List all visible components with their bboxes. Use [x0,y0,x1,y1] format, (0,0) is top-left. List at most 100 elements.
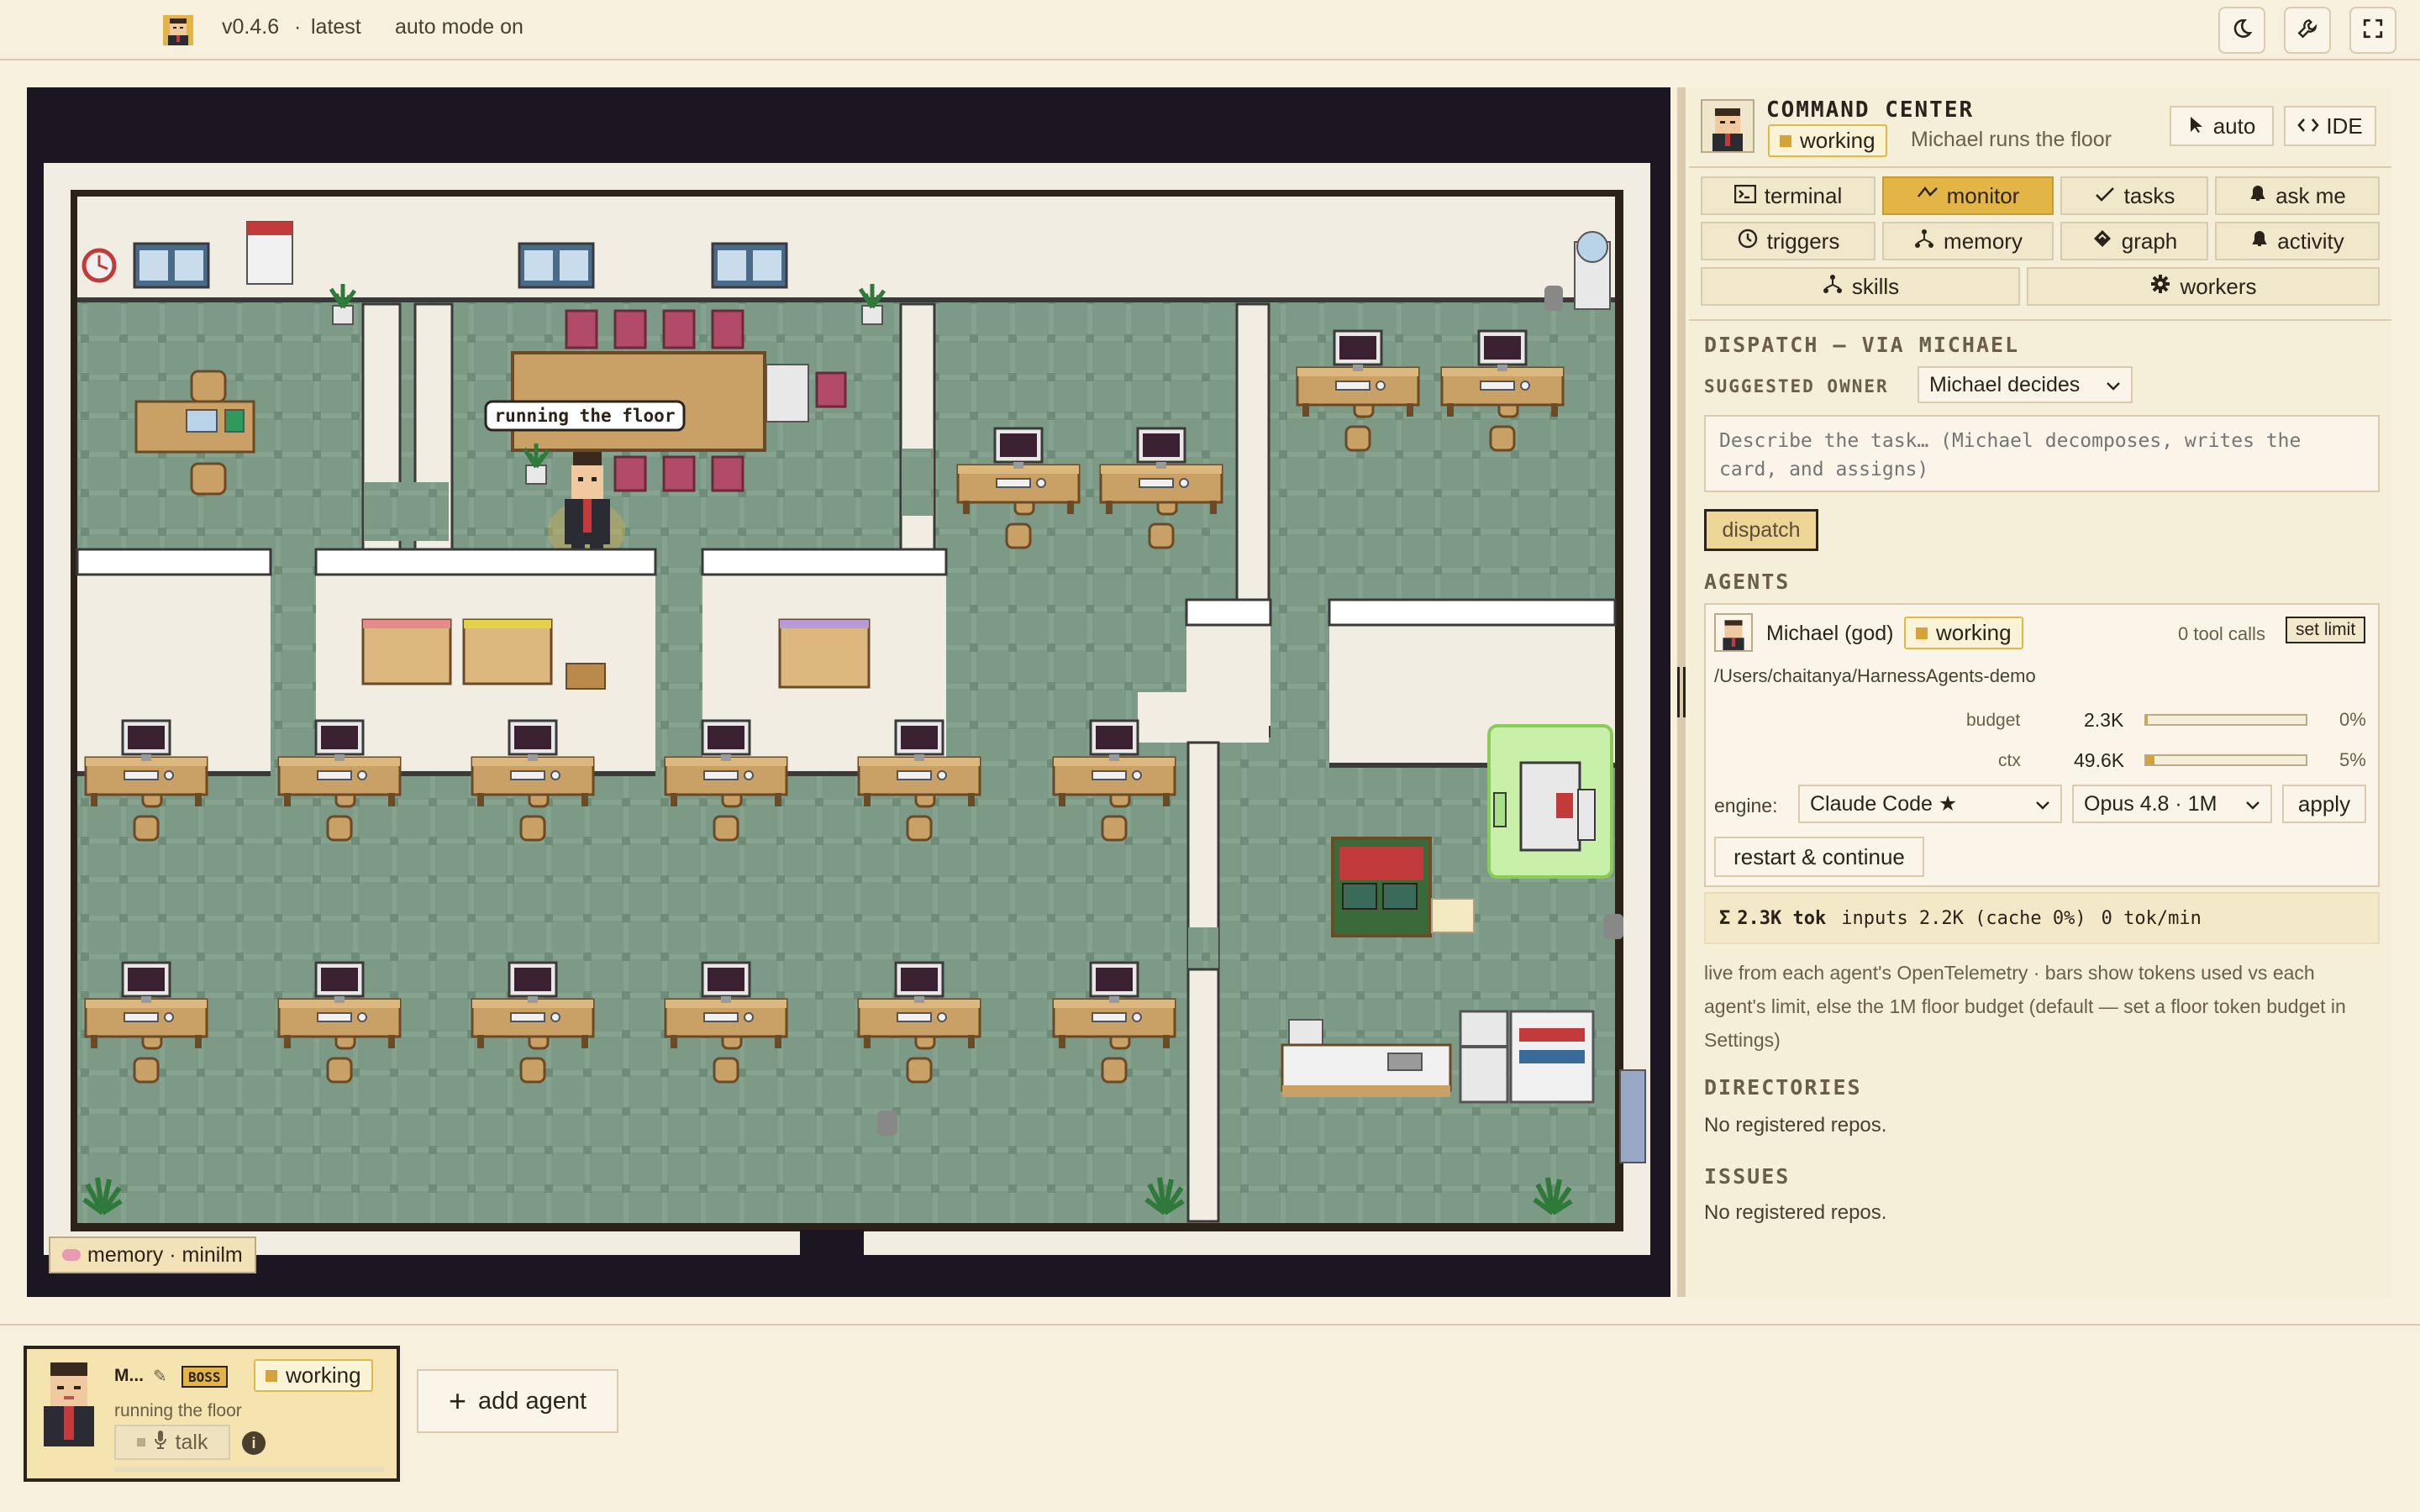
ctx-value: 49.6K [2074,749,2125,771]
speech-bubble-text: running the floor [495,406,676,426]
agent-status: working [1904,617,2023,649]
command-center-panel: COMMAND CENTER working Michael runs the … [1689,87,2391,1297]
fullscreen-button[interactable] [2349,7,2396,54]
activity-pulse-icon [1917,183,1939,209]
tab-memory-label: memory [1944,228,2023,254]
avatar-icon [161,13,195,47]
agent-name: Michael (god) [1766,622,1894,645]
agent-card: Michael (god) working 0 tool calls set l… [1704,603,2380,887]
ctx-bar [2144,754,2307,766]
tab-ask-me[interactable]: ask me [2215,176,2380,215]
model-select-value: Opus 4.8 · 1M [2084,791,2217,816]
tab-tasks-label: tasks [2123,182,2175,208]
dispatch-button[interactable]: dispatch [1704,509,1818,551]
add-agent-label: add agent [478,1387,587,1415]
tab-triggers[interactable]: triggers [1701,222,1876,260]
tab-memory[interactable]: memory [1882,222,2054,260]
restart-continue-button[interactable]: restart & continue [1714,837,1924,877]
boss-badge: BOSS [182,1366,228,1388]
sigma-symbol: Σ [1719,907,1731,929]
token-totals: Σ 2.3K tok inputs 2.2K (cache 0%) 0 tok/… [1704,892,2380,944]
budget-percent: 0% [2339,709,2366,730]
checkmark-icon [2094,183,2116,209]
agent-roster-bar: M... ✎ BOSS working running the floor ta… [0,1324,2420,1512]
office-map[interactable]: running the floor [27,87,1670,1297]
tab-terminal[interactable]: terminal [1701,176,1876,215]
info-icon[interactable]: i [242,1431,266,1455]
apply-button[interactable]: apply [2282,785,2366,823]
cursor-icon [2188,113,2205,139]
roster-agent-name: M... [114,1366,144,1385]
tab-triggers-label: triggers [1766,228,1840,254]
total-tokens: 2.3K tok [1737,907,1827,929]
set-limit-button[interactable]: set limit [2286,617,2366,643]
command-center-title: COMMAND CENTER [1766,97,1975,123]
tab-activity-label: activity [2277,228,2344,254]
tab-ask-me-label: ask me [2275,182,2346,208]
add-agent-button[interactable]: + add agent [417,1369,618,1433]
brain-icon [62,1249,81,1261]
dispatch-heading: DISPATCH — VIA MICHAEL [1704,333,2020,357]
ctx-percent: 5% [2339,749,2366,770]
ide-button[interactable]: IDE [2284,106,2376,146]
memory-badge[interactable]: memory · minilm [49,1236,256,1273]
chevron-down-icon [2106,373,2121,397]
auto-label: auto [2212,113,2256,139]
directories-heading: DIRECTORIES [1704,1075,1862,1100]
talk-button[interactable]: talk [114,1425,230,1460]
command-center-avatar [1701,99,1754,153]
gear-icon [2149,273,2171,301]
chevron-down-icon [2035,792,2050,816]
agent-path: /Users/chaitanya/HarnessAgents-demo [1714,665,2036,686]
theme-toggle-button[interactable] [2218,7,2265,54]
version-separator: · [294,15,302,39]
owner-select-value: Michael decides [1929,372,2081,396]
auto-button[interactable]: auto [2170,106,2274,146]
chevron-down-icon [2245,792,2260,816]
clock-icon [1737,228,1759,255]
roster-status-text: working [286,1362,361,1388]
budget-label: budget [1966,711,2021,730]
auto-mode-label: auto mode on [395,15,523,39]
roster-activity: running the floor [114,1401,242,1420]
roster-avatar [37,1359,101,1446]
issues-heading: ISSUES [1704,1164,1791,1189]
engine-select[interactable]: Claude Code ★ [1798,785,2062,823]
tab-monitor[interactable]: monitor [1882,176,2054,215]
skills-icon [1822,274,1844,300]
panel-resize-handle[interactable] [1677,87,1686,1297]
status-text: working [1800,128,1876,153]
directories-empty: No registered repos. [1704,1114,1887,1137]
budget-value: 2.3K [2084,709,2124,731]
issues-empty: No registered repos. [1704,1201,1887,1224]
tool-calls-count: 0 tool calls [2178,623,2265,644]
graph-icon [2091,228,2113,255]
task-description-input[interactable] [1704,415,2380,492]
agent-roster-card[interactable]: M... ✎ BOSS working running the floor ta… [24,1346,400,1482]
office-game-view[interactable]: running the floor memory · minilm [27,87,1670,1297]
tab-skills[interactable]: skills [1701,267,2020,306]
agent-avatar [1714,613,1753,652]
tab-graph-label: graph [2121,228,2178,254]
tab-workers[interactable]: workers [2027,267,2380,306]
tab-activity[interactable]: activity [2215,222,2380,260]
memory-badge-label: memory · minilm [87,1242,243,1267]
model-select[interactable]: Opus 4.8 · 1M [2072,785,2272,823]
command-center-subtitle: Michael runs the floor [1911,128,2112,151]
command-center-status: working [1768,124,1887,157]
moon-icon [2231,18,2253,44]
tab-tasks[interactable]: tasks [2060,176,2208,215]
version-label: v0.4.6 [222,15,280,39]
bell-icon [2249,183,2267,209]
code-icon [2297,113,2320,139]
tab-graph[interactable]: graph [2060,222,2208,260]
budget-bar [2144,714,2307,726]
settings-button[interactable] [2284,7,2331,54]
roster-status: working [254,1359,373,1392]
suggested-owner-label: SUGGESTED OWNER [1704,376,1889,396]
total-inputs: inputs 2.2K (cache 0%) [1841,907,2086,929]
owner-select[interactable]: Michael decides [1918,366,2133,403]
edit-pencil-icon[interactable]: ✎ [153,1366,167,1387]
wrench-icon [2296,18,2318,44]
ide-label: IDE [2326,113,2363,139]
